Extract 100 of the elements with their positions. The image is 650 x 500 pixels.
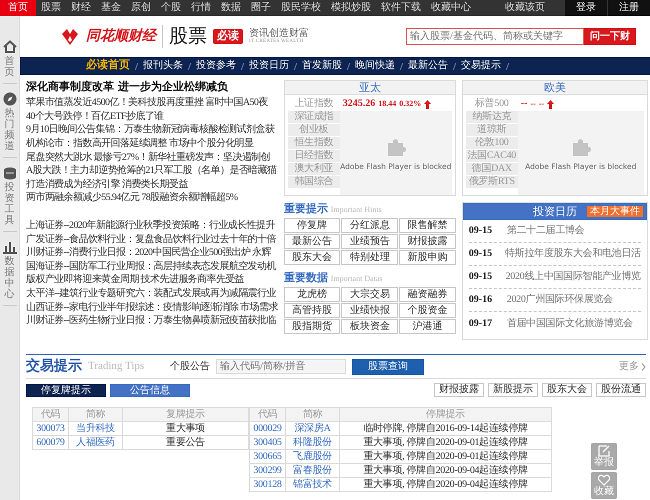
top-nav-link[interactable]: 基金 xyxy=(96,0,126,16)
shortcut-link[interactable]: 股指期货 xyxy=(284,319,340,334)
nav-tab[interactable]: 晚间快递 xyxy=(349,60,401,72)
heart-icon xyxy=(598,474,610,486)
table-cell: 重大事项, 停牌自2020-09-04起连续停牌 xyxy=(340,478,552,492)
news-link[interactable]: 上海证券--2020年新能源行业秋季投资策略：行业成长性提升 xyxy=(26,218,278,233)
top-nav-link[interactable]: 个股 xyxy=(156,0,186,16)
top-nav-link[interactable]: 圈子 xyxy=(246,0,276,16)
top-nav-link[interactable]: 数据 xyxy=(216,0,246,16)
account-link[interactable]: 注册 xyxy=(607,0,650,16)
news-link[interactable]: 川财证券--医药生物行业日报：万泰生物鼻喷新冠疫苗获批临 xyxy=(26,314,278,328)
field-label: 个股公告 xyxy=(170,360,210,372)
filter-button[interactable]: 新股提示 xyxy=(488,383,538,397)
shortcut-link[interactable]: 特别处理 xyxy=(341,250,398,266)
top-nav-link[interactable]: 行情 xyxy=(186,0,216,16)
headline-link[interactable]: 深化商事制度改革 进一步为企业松绑减负 xyxy=(26,80,278,94)
shortcut-link[interactable]: 龙虎榜 xyxy=(284,287,340,302)
coins-icon[interactable] xyxy=(2,166,16,180)
sidebar-label[interactable]: 热门频道 xyxy=(4,108,14,152)
event-link[interactable]: 2020广州国际环保展览会 xyxy=(506,294,613,306)
news-link[interactable]: 9月10日晚间公告集锦：万泰生物新冠病毒核酸检测试剂盒获 xyxy=(26,123,278,137)
search-field[interactable]: 输入股票/基金代码、简称或关键字 xyxy=(406,28,584,45)
section-title: 股票 xyxy=(162,25,207,48)
shortcut-link[interactable]: 限售解禁 xyxy=(399,218,456,234)
search-button[interactable]: 问一下财 xyxy=(584,28,636,45)
section-subtitle: Trading Tips xyxy=(88,360,144,374)
top-nav-link[interactable]: 软件下载 xyxy=(376,0,426,16)
filter-button[interactable]: 股东大会 xyxy=(542,383,592,397)
event-link[interactable]: 第二十二届工博会 xyxy=(506,225,584,237)
top-nav-link[interactable]: 收藏中心 xyxy=(426,0,476,16)
news-link[interactable]: A股大跌！主力却逆势抢筹的21只军工股（名单）是否暗藏猫 xyxy=(26,164,278,178)
section-heading: 重要数据 xyxy=(284,271,328,284)
event-link[interactable]: 特斯拉年度股东大会和电池日活 xyxy=(504,248,641,260)
nav-tab[interactable]: 投资参考 xyxy=(190,60,242,72)
sidebar-label[interactable]: 首页 xyxy=(4,56,14,78)
shortcut-link[interactable]: 最新公告 xyxy=(284,234,340,250)
shortcut-link[interactable]: 大宗交易 xyxy=(341,287,398,302)
bookmark-link[interactable]: 收藏该页 xyxy=(500,0,550,16)
nav-tab[interactable]: 投资日历 xyxy=(243,60,295,72)
top-nav-link[interactable]: 首页 xyxy=(0,0,36,16)
section-subtitle: Important Hints xyxy=(330,205,382,215)
nav-tab[interactable]: 必读首页 xyxy=(80,59,136,73)
top-nav-link[interactable]: 股民学校 xyxy=(276,0,326,16)
index-percent: -- xyxy=(538,99,544,109)
account-link[interactable]: 登录 xyxy=(564,0,607,16)
filter-button[interactable]: 财报披露 xyxy=(434,383,484,397)
event-link[interactable]: 2020线上中国国际智能产业博览 xyxy=(506,271,641,283)
shortcut-link[interactable]: 股东大会 xyxy=(284,250,340,266)
event-link[interactable]: 首届中国国际文化旅游博览会 xyxy=(506,318,633,330)
bar-chart-icon[interactable] xyxy=(2,240,16,254)
news-link[interactable]: 两市两融余额减少55.94亿元 78股融资余额增幅超5% xyxy=(26,191,278,205)
filter-button[interactable]: 股份流通 xyxy=(596,383,646,397)
top-nav-link[interactable]: 原创 xyxy=(126,0,156,16)
column-header: 代码 xyxy=(32,408,68,422)
news-link[interactable]: 打造消费成为经济引擎 消费类长期受益 xyxy=(26,178,278,192)
nav-tab[interactable]: 交易提示 xyxy=(455,60,507,72)
stock-search-field[interactable]: 输入代码/简称/拼音 xyxy=(216,359,346,374)
news-link[interactable]: 国海证券--国防军工行业周报：高层持续表态发展航空发动机 xyxy=(26,260,278,274)
news-link[interactable]: 苹果市值蒸发近4500亿！美科技股再度重挫 富时中国A50夜 xyxy=(26,96,278,110)
nav-tab[interactable]: 首发新股 xyxy=(296,60,348,72)
shortcut-link[interactable]: 业绩预告 xyxy=(341,234,398,250)
shortcut-link[interactable]: 停复牌 xyxy=(284,218,340,234)
news-link[interactable]: 40个大号跌停！百亿ETF抄底了谁 xyxy=(26,110,278,124)
nav-tab[interactable]: 最新公告 xyxy=(402,60,454,72)
sidebar-label[interactable]: 数据中心 xyxy=(4,256,14,300)
shortcut-link[interactable]: 新股申购 xyxy=(399,250,456,266)
news-link[interactable]: 版权产业即将迎来黄金周期 技术先进服务商率先受益 xyxy=(26,273,278,287)
slogan: 资讯创造财富 xyxy=(249,28,309,38)
column-header: 停牌提示 xyxy=(340,408,552,422)
top-nav-link[interactable]: 股票 xyxy=(36,0,66,16)
news-link[interactable]: 川财证券--消费行业日报：2020中国民营企业500强出炉 永辉 xyxy=(26,246,278,260)
tab[interactable]: 停复牌提示 xyxy=(26,384,106,396)
news-link[interactable]: 尾盘突然大跳水 最惨亏27%！新华社重磅发声：坚决遏制创 xyxy=(26,150,278,164)
compass-icon[interactable] xyxy=(2,92,16,106)
shortcut-link[interactable]: 板块资金 xyxy=(341,319,398,334)
news-link[interactable]: 机构论市：指数高开回落延续调整 市场中个股分化明显 xyxy=(26,136,278,151)
shortcut-link[interactable]: 财报披露 xyxy=(399,234,456,250)
nav-tab[interactable]: 报刊头条 xyxy=(137,60,189,72)
index-change: -- xyxy=(530,99,536,109)
news-link[interactable]: 太平洋--建筑行业专题研究六：装配式发展或再为减隔震行业 xyxy=(26,286,278,300)
edit-note-icon xyxy=(598,444,610,456)
shortcut-link[interactable]: 业绩快报 xyxy=(341,303,398,318)
news-link[interactable]: 广发证券--食品饮料行业：复盘食品饮料行业过去十年的十倍 xyxy=(26,232,278,246)
event-date: 09-15 xyxy=(468,248,494,260)
top-nav-link[interactable]: 财经 xyxy=(66,0,96,16)
shortcut-link[interactable]: 高管持股 xyxy=(284,303,340,318)
news-link[interactable]: 山西证券--家电行业半年报综述：疫情影响逐渐消除 市场需求 xyxy=(26,300,278,314)
tab[interactable]: 公告信息 xyxy=(110,384,190,396)
shortcut-link[interactable]: 分红派息 xyxy=(341,218,398,234)
shortcut-link[interactable]: 个股资金 xyxy=(399,303,456,318)
shortcut-link[interactable]: 融资融券 xyxy=(399,287,456,302)
stock-query-button[interactable]: 股票查询 xyxy=(352,358,424,374)
shortcut-link[interactable]: 沪港通 xyxy=(399,319,456,334)
market-title: 欧美 xyxy=(462,81,647,95)
sidebar-label[interactable]: 投资工具 xyxy=(4,182,14,226)
home-icon[interactable] xyxy=(2,40,16,54)
market-title: 亚太 xyxy=(284,81,455,95)
table-cell: 重大事项 xyxy=(122,422,248,436)
top-nav-link[interactable]: 模拟炒股 xyxy=(326,0,376,16)
section-heading: 交易提示 xyxy=(26,358,82,375)
